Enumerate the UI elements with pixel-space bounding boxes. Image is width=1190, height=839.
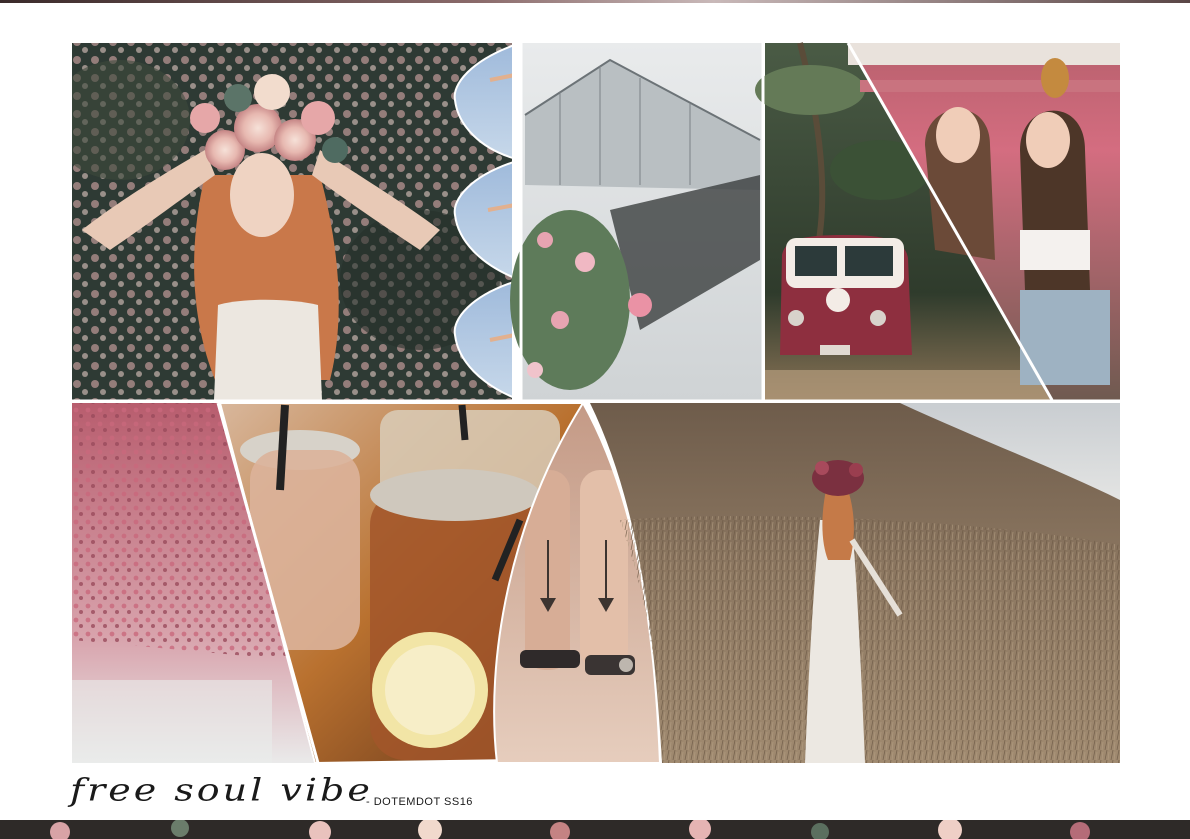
floral-footer-strip [0, 820, 1190, 839]
moodboard-collage [72, 42, 1120, 765]
free-soul-vibe-script: free soul vibe [70, 771, 373, 809]
greenhouse-window-photo [510, 43, 762, 400]
flower-crown-portrait-photo [72, 43, 512, 400]
hands-sky-sliver-photo [453, 44, 512, 398]
moodboard-caption: free soul vibe - DOTEMDOT SS16 [70, 768, 530, 812]
woman-in-field-photo [590, 403, 1120, 763]
brand-season-label: - DOTEMDOT SS16 [366, 796, 473, 808]
